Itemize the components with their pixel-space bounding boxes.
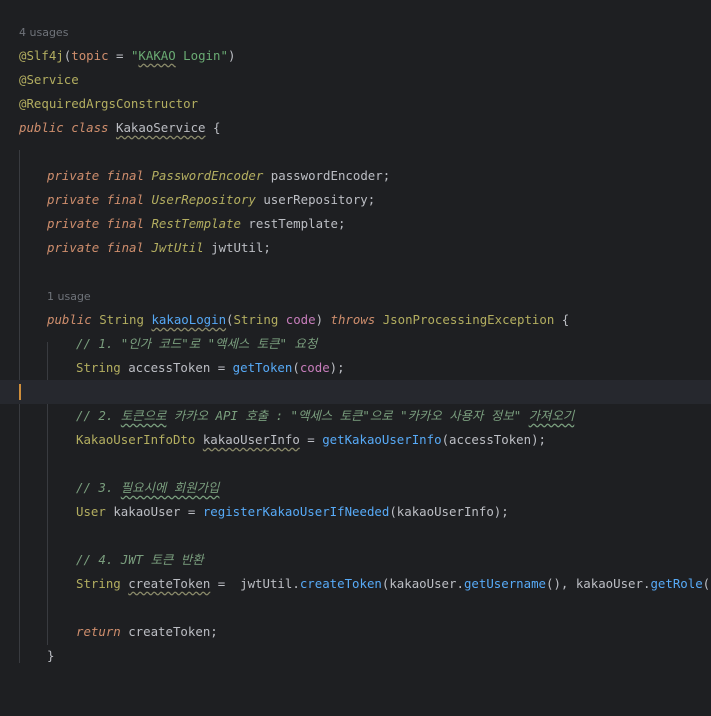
return-type: String [99,312,152,327]
usages-hint[interactable]: 1 usage [47,285,91,309]
code-line: } [0,644,711,668]
code-line: private final UserRepository userReposit… [0,188,711,212]
comment-part: 가져오기 [528,408,575,423]
keyword: private final [47,192,152,207]
method-call[interactable]: createToken [300,576,382,591]
brace: { [554,312,570,327]
args: (accessToken); [441,432,546,447]
args: (kakaoUser. [381,576,464,591]
code-line: private final JwtUtil jwtUtil; [0,236,711,260]
field-type[interactable]: UserRepository [151,192,255,207]
local-var: kakaoUser = [113,504,203,519]
code-line: @RequiredArgsConstructor [0,92,711,116]
code-line: public class KakaoService { [0,116,711,140]
equals: = [299,432,323,447]
method-call[interactable]: getRole [650,576,702,591]
local-type: String [76,360,129,375]
code-line: @Slf4j(topic = "KAKAO Login") [0,44,711,68]
field-name: jwtUtil; [203,240,271,255]
param-type: String [233,312,286,327]
comment-part: // 2. [76,408,121,423]
annotation-required-args: @RequiredArgsConstructor [19,96,199,111]
local-var: kakaoUserInfo [202,432,300,447]
comment-part: 카카오 API 호출 : "액세스 토큰"으로 "카카오 사용자 정보" [166,408,529,423]
equals: = [108,48,131,63]
string-value: Login" [175,48,228,63]
keyword: private final [47,240,152,255]
code-line: return createToken; [0,620,711,644]
paren: ); [329,360,345,375]
code-line: // 2. 토큰으로 카카오 API 호출 : "액세스 토큰"으로 "카카오 … [0,404,711,428]
paren: ) [227,48,236,63]
comment-part: // 3. [76,480,121,495]
code-line: String accessToken = getToken(code); [0,356,711,380]
paren: ) [315,312,331,327]
paren: ( [292,360,300,375]
param-name: code [285,312,316,327]
code-line: private final PasswordEncoder passwordEn… [0,164,711,188]
keyword: throws [330,312,383,327]
field-type[interactable]: PasswordEncoder [151,168,263,183]
paren: ( [226,312,234,327]
keyword: private final [47,216,152,231]
code-editor[interactable]: 4 usages @Slf4j(topic = "KAKAO Login") @… [0,0,711,663]
code-line: 4 usages [0,21,711,45]
current-line-highlight[interactable] [0,380,711,404]
code-line: @Service [0,68,711,92]
keyword: return [76,624,129,639]
field-type[interactable]: RestTemplate [151,216,241,231]
code-line: 1 usage [0,285,711,309]
field-name: userRepository; [255,192,376,207]
keyword: public [47,312,100,327]
code-line: KakaoUserInfoDto kakaoUserInfo = getKaka… [0,428,711,452]
code-line: private final RestTemplate restTemplate; [0,212,711,236]
annotation-slf4j: @Slf4j [19,48,64,63]
local-type[interactable]: User [76,504,113,519]
code-line: String createToken = jwtUtil.createToken… [0,572,711,596]
code-line: public String kakaoLogin(String code) th… [0,308,711,332]
keyword: private final [47,168,152,183]
keyword: public class [19,120,116,135]
method-call[interactable]: getToken [233,360,293,375]
local-type[interactable]: KakaoUserInfoDto [76,432,203,447]
code-line: // 4. JWT 토큰 반환 [0,548,711,572]
usages-hint[interactable]: 4 usages [19,21,68,45]
arg: code [299,360,330,375]
field-type[interactable]: JwtUtil [151,240,203,255]
method-call[interactable]: getUsername [464,576,546,591]
args: ()); [702,576,711,591]
text-caret [19,384,21,400]
annotation-param: topic [71,48,109,63]
brace: } [47,648,55,663]
comment-part: 필요시에 회원가입 [120,480,220,495]
field-name: restTemplate; [240,216,346,231]
args: (), kakaoUser. [546,576,651,591]
class-name[interactable]: KakaoService [116,120,206,135]
args: (kakaoUserInfo); [389,504,509,519]
string-value: KAKAO [138,48,176,63]
local-var: createToken [128,576,211,591]
expression: = jwtUtil. [210,576,300,591]
method-name[interactable]: kakaoLogin [151,312,226,327]
code-line: // 1. "인가 코드"로 "액세스 토큰" 요청 [0,332,711,356]
method-call[interactable]: registerKakaoUserIfNeeded [203,504,390,519]
local-var: accessToken = [128,360,233,375]
brace: { [205,120,221,135]
field-name: passwordEncoder; [263,168,391,183]
annotation-service: @Service [19,72,79,87]
local-type: String [76,576,129,591]
code-line: // 3. 필요시에 회원가입 [0,476,711,500]
code-line: User kakaoUser = registerKakaoUserIfNeed… [0,500,711,524]
return-value: createToken; [128,624,218,639]
method-call[interactable]: getKakaoUserInfo [322,432,441,447]
comment: // 1. "인가 코드"로 "액세스 토큰" 요청 [76,336,318,351]
exception-type[interactable]: JsonProcessingException [383,312,555,327]
comment: // 4. JWT 토큰 반환 [76,552,204,567]
comment-part: 토큰으로 [120,408,167,423]
